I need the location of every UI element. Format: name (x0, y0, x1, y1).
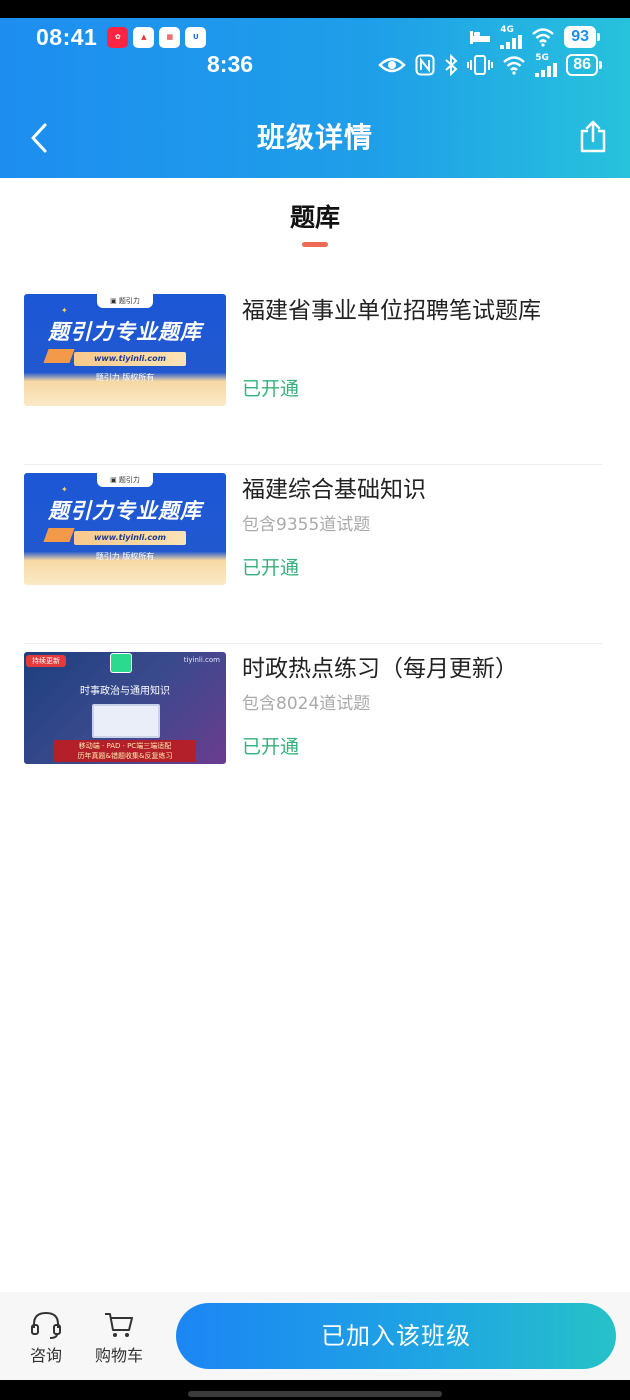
status-time: 08:41 (36, 23, 98, 50)
app-xiaohongshu-icon: ✿ (107, 26, 129, 48)
thumb-url: www.tiyinli.com (74, 352, 186, 366)
battery-icon: 93 (564, 26, 600, 48)
thumbnail-image: ▣ 题引力 ✦ 题引力专业题库 www.tiyinli.com 题引力 版权所有 (24, 473, 226, 585)
cart-label: 购物车 (94, 1346, 143, 1365)
joined-class-button[interactable]: 已加入该班级 (176, 1303, 616, 1369)
header: 08:41 ✿ ▲ ▦ U 4G 93 8:36 5G 86 班级详情 (0, 18, 630, 178)
app-red-a-icon: ▲ (133, 26, 155, 48)
system-top-edge (0, 0, 630, 18)
list-item[interactable]: ▣ 题引力 ✦ 题引力专业题库 www.tiyinli.com 题引力 版权所有… (24, 465, 602, 644)
thumb-copyright: 题引力 版权所有 (95, 373, 155, 382)
item-title: 福建综合基础知识 (242, 477, 426, 503)
eye-icon (378, 57, 406, 73)
thumb-title: 题引力专业题库 (48, 320, 202, 344)
thumb-copyright: 题引力 版权所有 (95, 552, 155, 561)
thumbnail-image: ▣ 题引力 ✦ 题引力专业题库 www.tiyinli.com 题引力 版权所有 (24, 294, 226, 406)
nfc-icon (415, 54, 435, 76)
item-question-count: 包含8024道试题 (242, 694, 371, 714)
wifi-icon (532, 28, 555, 47)
page-title: 班级详情 (256, 121, 373, 154)
wifi-icon (503, 56, 526, 75)
signal-icon: 5G (535, 52, 558, 77)
app-qr-icon: ▦ (159, 26, 181, 48)
consult-label: 咨询 (29, 1346, 62, 1365)
star-icon: ✦ (61, 485, 68, 494)
thumbnail-image: 持续更新 tiyinli.com 时事政治与通用知识 移动端 · PAD · P… (24, 652, 226, 764)
item-status: 已开通 (242, 378, 300, 400)
tab-indicator (302, 242, 328, 247)
tab-label: 题库 (289, 203, 340, 232)
share-button[interactable] (576, 116, 610, 156)
item-question-count: 包含9355道试题 (242, 515, 371, 535)
back-button[interactable] (24, 118, 54, 158)
chevron-left-icon (31, 123, 47, 153)
thumb-subtitle: 时事政治与通用知识 (80, 686, 170, 697)
headset-icon (31, 1311, 61, 1339)
question-bank-list: ▣ 题引力 ✦ 题引力专业题库 www.tiyinli.com 题引力 版权所有… (24, 286, 602, 823)
network-label: 4G (500, 24, 514, 35)
item-status: 已开通 (242, 736, 300, 758)
thumb-title: 题引力专业题库 (48, 499, 202, 523)
network-label: 5G (535, 52, 549, 63)
app-blue-u-icon: U (185, 26, 207, 48)
flag-decoration (43, 349, 75, 363)
thumb-banner-line: 历年真题&错题收集&反复练习 (77, 752, 173, 760)
status-bar-top-right: 4G 93 (469, 22, 600, 52)
thumb-badge: ▣ 题引力 (97, 473, 153, 487)
cart-button[interactable]: 购物车 (90, 1310, 148, 1366)
consult-button[interactable]: 咨询 (24, 1310, 68, 1366)
status-bar-top: 08:41 ✿ ▲ ▦ U (36, 22, 207, 52)
thumb-banner: 移动端 · PAD · PC端三端适配 历年真题&错题收集&反复练习 (54, 740, 196, 762)
thumb-site: tiyinli.com (183, 656, 220, 664)
inner-status-time: 8:36 (207, 51, 254, 77)
thumb-url: www.tiyinli.com (74, 531, 186, 545)
bottom-action-bar: 咨询 购物车 已加入该班级 (0, 1292, 630, 1380)
list-item[interactable]: ▣ 题引力 ✦ 题引力专业题库 www.tiyinli.com 题引力 版权所有… (24, 286, 602, 465)
status-bar-inner-right: 5G 86 (378, 50, 602, 80)
share-icon (580, 120, 606, 153)
item-title: 福建省事业单位招聘笔试题库 (242, 298, 541, 324)
thumb-banner-line: 移动端 · PAD · PC端三端适配 (78, 742, 172, 750)
star-icon: ✦ (61, 306, 68, 315)
tab-question-bank[interactable]: 题库 (0, 200, 630, 247)
bed-icon (470, 31, 491, 44)
cart-icon (105, 1313, 133, 1337)
item-status: 已开通 (242, 557, 300, 579)
vibrate-icon (467, 55, 494, 75)
list-item[interactable]: 持续更新 tiyinli.com 时事政治与通用知识 移动端 · PAD · P… (24, 644, 602, 823)
notification-icons: ✿ ▲ ▦ U (107, 26, 207, 48)
flag-decoration (43, 528, 75, 542)
bluetooth-icon (445, 54, 458, 76)
thumb-badge: ▣ 题引力 (97, 294, 153, 308)
system-bottom-edge (0, 1380, 630, 1400)
thumb-tag: 持续更新 (26, 655, 66, 667)
devices-illustration (92, 704, 160, 738)
logo-icon (110, 653, 132, 673)
signal-icon: 4G (500, 24, 523, 49)
home-indicator[interactable] (188, 1391, 442, 1397)
item-title: 时政热点练习（每月更新） (242, 656, 518, 682)
battery-icon: 86 (566, 54, 602, 76)
